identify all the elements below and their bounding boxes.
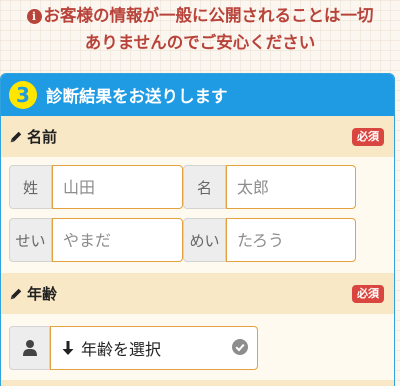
surname-input[interactable] xyxy=(52,165,183,209)
step-title: 診断結果をお送りします xyxy=(46,87,228,106)
name-row: 姓 名 xyxy=(9,165,356,209)
age-row: 年齢を選択 xyxy=(9,326,258,370)
privacy-notice-text-1: お客様の情報が一般に公開されることは一切 xyxy=(43,6,374,25)
required-badge: 必須 xyxy=(352,285,384,303)
contact-form-card: 3 診断結果をお送りします 名前 必須 姓 名 せい めい 年齢 必須 xyxy=(0,73,395,386)
kana-row: せい めい xyxy=(9,218,356,262)
privacy-notice-text-2: ありませんのでご安心ください xyxy=(84,33,316,52)
surname-addon: 姓 xyxy=(9,165,52,209)
privacy-notice: i お客様の情報が一般に公開されることは一切 ありませんのでご安心ください xyxy=(0,0,400,72)
surname-kana-addon: せい xyxy=(9,218,52,262)
privacy-notice-line-1: i お客様の情報が一般に公開されることは一切 xyxy=(0,2,400,29)
age-section-header: 年齢 必須 xyxy=(1,273,394,314)
step-header: 3 診断結果をお送りします xyxy=(1,74,394,116)
name-section-label: 名前 xyxy=(27,128,58,146)
given-kana-input[interactable] xyxy=(226,218,356,262)
info-circle-icon: i xyxy=(26,9,42,24)
step-number-badge: 3 xyxy=(9,81,37,109)
given-name-input[interactable] xyxy=(226,165,356,209)
age-section-label: 年齢 xyxy=(27,285,58,303)
name-section-header: 名前 必須 xyxy=(1,116,394,157)
arrow-down-icon xyxy=(62,341,74,355)
age-select[interactable]: 年齢を選択 xyxy=(50,326,258,370)
given-kana-addon: めい xyxy=(183,218,226,262)
user-icon xyxy=(22,340,37,356)
check-circle-icon xyxy=(232,339,248,355)
pencil-icon xyxy=(10,131,22,142)
required-badge: 必須 xyxy=(352,128,384,146)
surname-kana-input[interactable] xyxy=(52,218,183,262)
pencil-icon xyxy=(10,288,22,299)
given-name-addon: 名 xyxy=(183,165,226,209)
next-section-edge xyxy=(1,380,394,386)
age-select-label: 年齢を選択 xyxy=(81,340,162,359)
age-addon xyxy=(9,326,50,370)
